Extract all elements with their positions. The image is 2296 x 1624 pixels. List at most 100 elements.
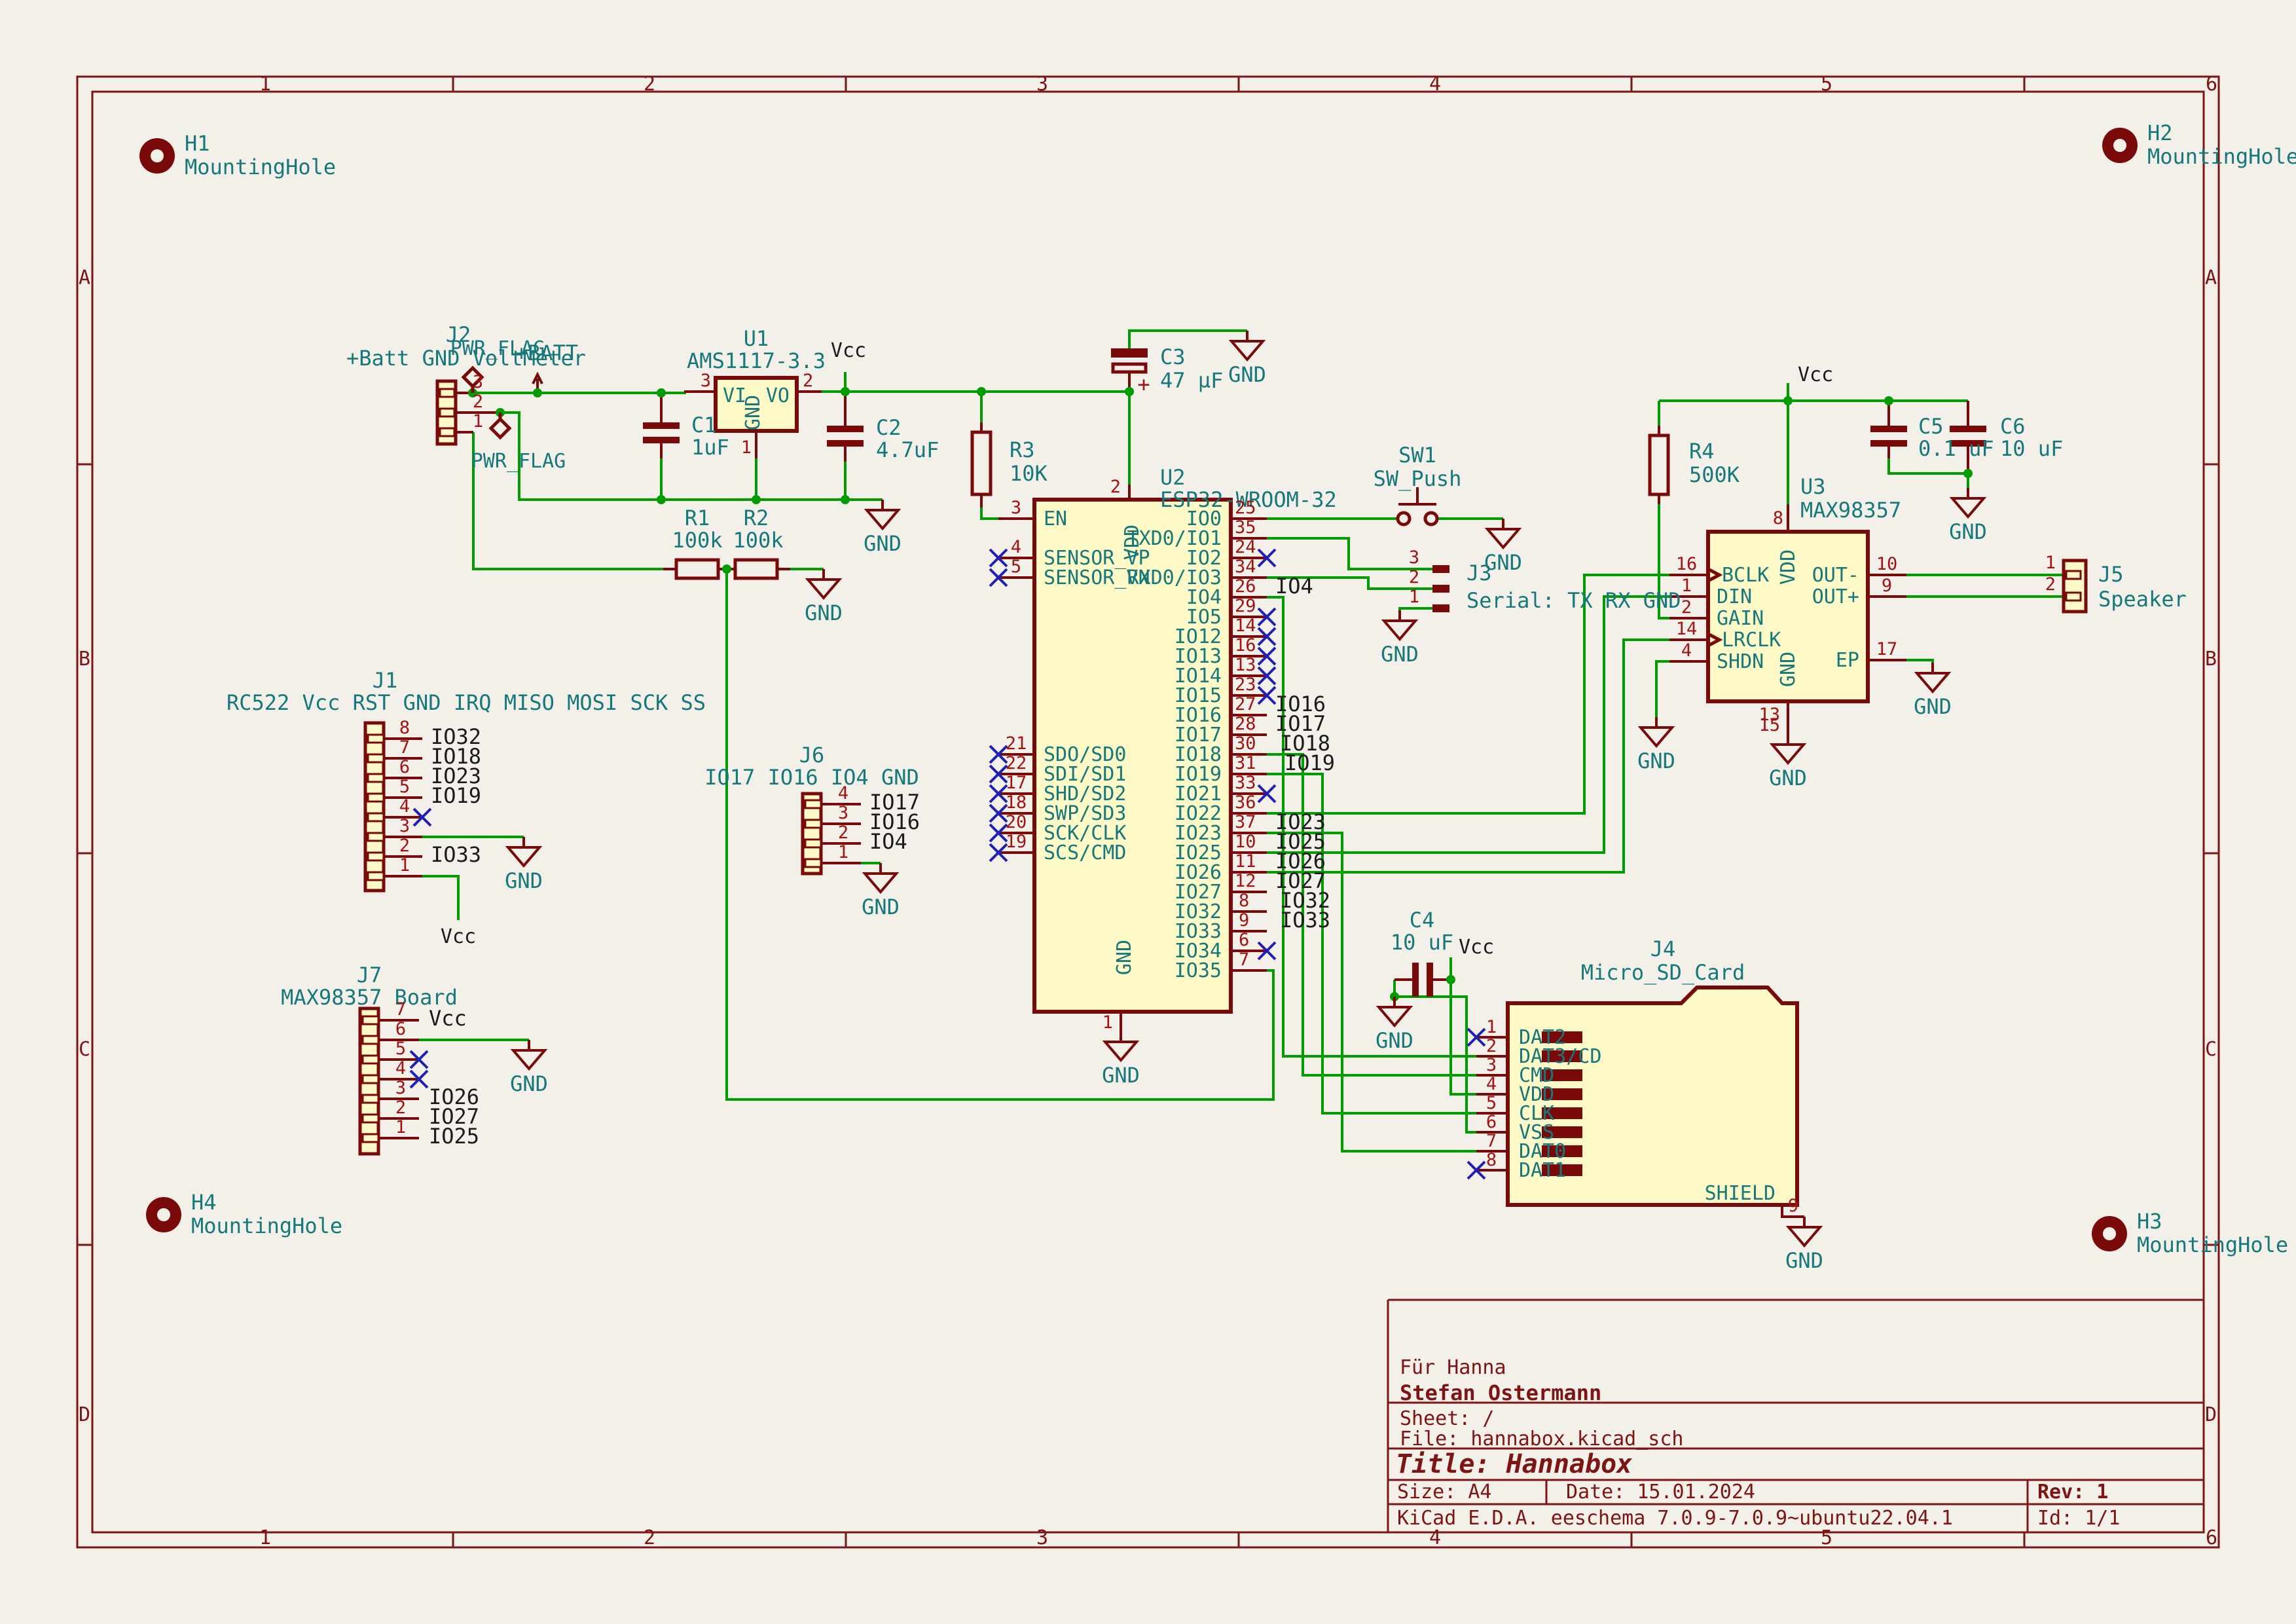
switch-sw1[interactable]: SW1 SW_Push xyxy=(1374,443,1462,525)
j1-body xyxy=(365,723,384,891)
pin-num: 13 xyxy=(1235,655,1256,675)
resistor-r4[interactable]: R4 500K xyxy=(1650,435,1740,494)
pwr-flag-label: PWR_FLAG xyxy=(471,450,566,473)
j6-value: IO17 IO16 IO4 GND xyxy=(704,765,919,790)
hole-ref: H1 xyxy=(185,131,210,156)
pin-pad xyxy=(368,735,384,743)
c5-ref: C5 xyxy=(1918,414,1944,439)
u1-ref: U1 xyxy=(744,326,769,351)
pin-num: 5 xyxy=(395,1039,406,1059)
pin-num: 1 xyxy=(395,1117,406,1137)
sdcard-j4[interactable]: J4 Micro_SD_Card 1 DAT2 2 DAT3/CD 3 CMD … xyxy=(1486,936,1798,1216)
u3-ref: U3 xyxy=(1800,474,1826,499)
r1-ref: R1 xyxy=(685,506,710,530)
pin-pad xyxy=(368,774,384,782)
gnd-label: GND xyxy=(510,1071,548,1096)
pin-pad xyxy=(368,813,384,821)
resistor-r1[interactable]: R1 100k xyxy=(672,506,722,578)
capacitor-c5[interactable]: C5 0.1 uF xyxy=(1918,414,1994,461)
pin-num: 35 xyxy=(1235,517,1256,538)
j6-ref: J6 xyxy=(799,743,825,767)
hole-ref: H4 xyxy=(191,1190,217,1215)
j1-ref: J1 xyxy=(373,668,398,693)
pin-pad xyxy=(805,820,821,828)
pin-num: 3 xyxy=(1409,547,1419,568)
col-label: 2 xyxy=(644,73,655,96)
sw1-contact xyxy=(1398,513,1410,525)
u1-value: AMS1117-3.3 xyxy=(687,348,826,373)
pin-num: 1 xyxy=(473,411,483,432)
sheet-field: Sheet: / xyxy=(1400,1407,1495,1430)
pin-pad xyxy=(440,428,454,436)
pin-num: 7 xyxy=(1486,1131,1497,1151)
connector-j5[interactable]: 1 2 J5 Speaker xyxy=(2045,553,2187,612)
capacitor-c6[interactable]: C6 10 uF xyxy=(2000,414,2063,461)
pin-num: 4 xyxy=(1486,1074,1497,1094)
j5-value: Speaker xyxy=(2098,587,2187,612)
row-label: B xyxy=(2205,648,2217,671)
pin-pad xyxy=(805,800,821,808)
r2-ref: R2 xyxy=(744,506,769,530)
vcc-power-label: Vcc xyxy=(1798,363,1833,386)
pin-pad xyxy=(363,1016,378,1024)
resistor-r2[interactable]: R2 100k xyxy=(733,506,783,578)
pin-pad xyxy=(440,389,454,397)
pin-num: 1 xyxy=(1102,1012,1113,1033)
pin-num: 3 xyxy=(838,803,848,823)
j5-body xyxy=(2064,561,2086,612)
c1-ref: C1 xyxy=(691,413,717,437)
capacitor-c4[interactable]: C4 10 uF xyxy=(1391,908,1453,955)
pin-num: 4 xyxy=(1011,537,1021,557)
pin-pad xyxy=(805,859,821,867)
pin-pad xyxy=(2066,593,2081,600)
pin-num: 2 xyxy=(395,1098,406,1118)
pin-num: 1 xyxy=(1681,576,1692,596)
pin-num: 20 xyxy=(1006,812,1027,832)
r4-value: 500K xyxy=(1689,462,1740,487)
pin-num: 17 xyxy=(1876,639,1898,659)
pin-num: 19 xyxy=(1006,832,1027,852)
net-label: IO19 xyxy=(431,783,481,808)
pin-num: 11 xyxy=(1235,851,1256,872)
j4-ref: J4 xyxy=(1650,936,1676,961)
pin-name: SCS/CMD xyxy=(1044,841,1126,864)
pin-name: BCLK xyxy=(1722,564,1769,587)
pin-num: 6 xyxy=(1486,1112,1497,1132)
pin-pad xyxy=(440,409,454,416)
pin-num: 25 xyxy=(1235,498,1256,518)
connector-j3[interactable]: 3 2 1 J3 Serial: TX RX GND xyxy=(1409,547,1681,613)
pin-pad xyxy=(363,1095,378,1103)
pin-num: 3 xyxy=(1486,1055,1497,1075)
j7-ref: J7 xyxy=(357,963,382,987)
resistor-r3[interactable]: R3 10K xyxy=(972,432,1048,494)
pin-num: 1 xyxy=(1486,1017,1497,1037)
pin-pad xyxy=(1432,604,1449,612)
u3-value: MAX98357 xyxy=(1800,498,1901,523)
c5-value: 0.1 uF xyxy=(1918,436,1994,461)
pin-num: 2 xyxy=(2045,574,2056,595)
pin-num: 16 xyxy=(1676,554,1698,574)
capacitor-c2[interactable]: C2 4.7uF xyxy=(876,415,939,462)
connector-j6[interactable]: J6 IO17 IO16 IO4 GND 4 IO17 3 IO16 2 IO4… xyxy=(704,743,920,874)
connector-j1[interactable]: J1 RC522 Vcc RST GND IRQ MISO MOSI SCK S… xyxy=(227,668,706,891)
pin-num: 17 xyxy=(1006,773,1027,793)
j5-ref: J5 xyxy=(2098,562,2124,587)
esp32-u2[interactable]: U2 ESP32-WROOM-32 2 VDD 1 GND 3 EN 4 SEN… xyxy=(1006,465,1337,1033)
pin-num: 1 xyxy=(2045,553,2056,573)
pin-num: 2 xyxy=(1409,567,1419,587)
u2-ref: U2 xyxy=(1160,465,1186,490)
pin-num: 6 xyxy=(399,757,410,777)
pin-num: 7 xyxy=(1239,950,1249,970)
pin-num: 33 xyxy=(1235,773,1256,793)
pin-name: DAT1 xyxy=(1519,1159,1566,1182)
pin-num: 6 xyxy=(1239,930,1249,950)
pin-num: 9 xyxy=(1788,1196,1798,1216)
c3-polarity: + xyxy=(1137,372,1150,397)
pin-pad xyxy=(363,1115,378,1122)
pin-num: 10 xyxy=(1876,554,1898,574)
pin-num: 9 xyxy=(1239,910,1249,931)
gnd-label: GND xyxy=(1381,642,1419,667)
pin-num: 34 xyxy=(1235,557,1256,577)
hole-ref: H2 xyxy=(2147,120,2173,145)
pin-num: 2 xyxy=(1681,597,1692,618)
